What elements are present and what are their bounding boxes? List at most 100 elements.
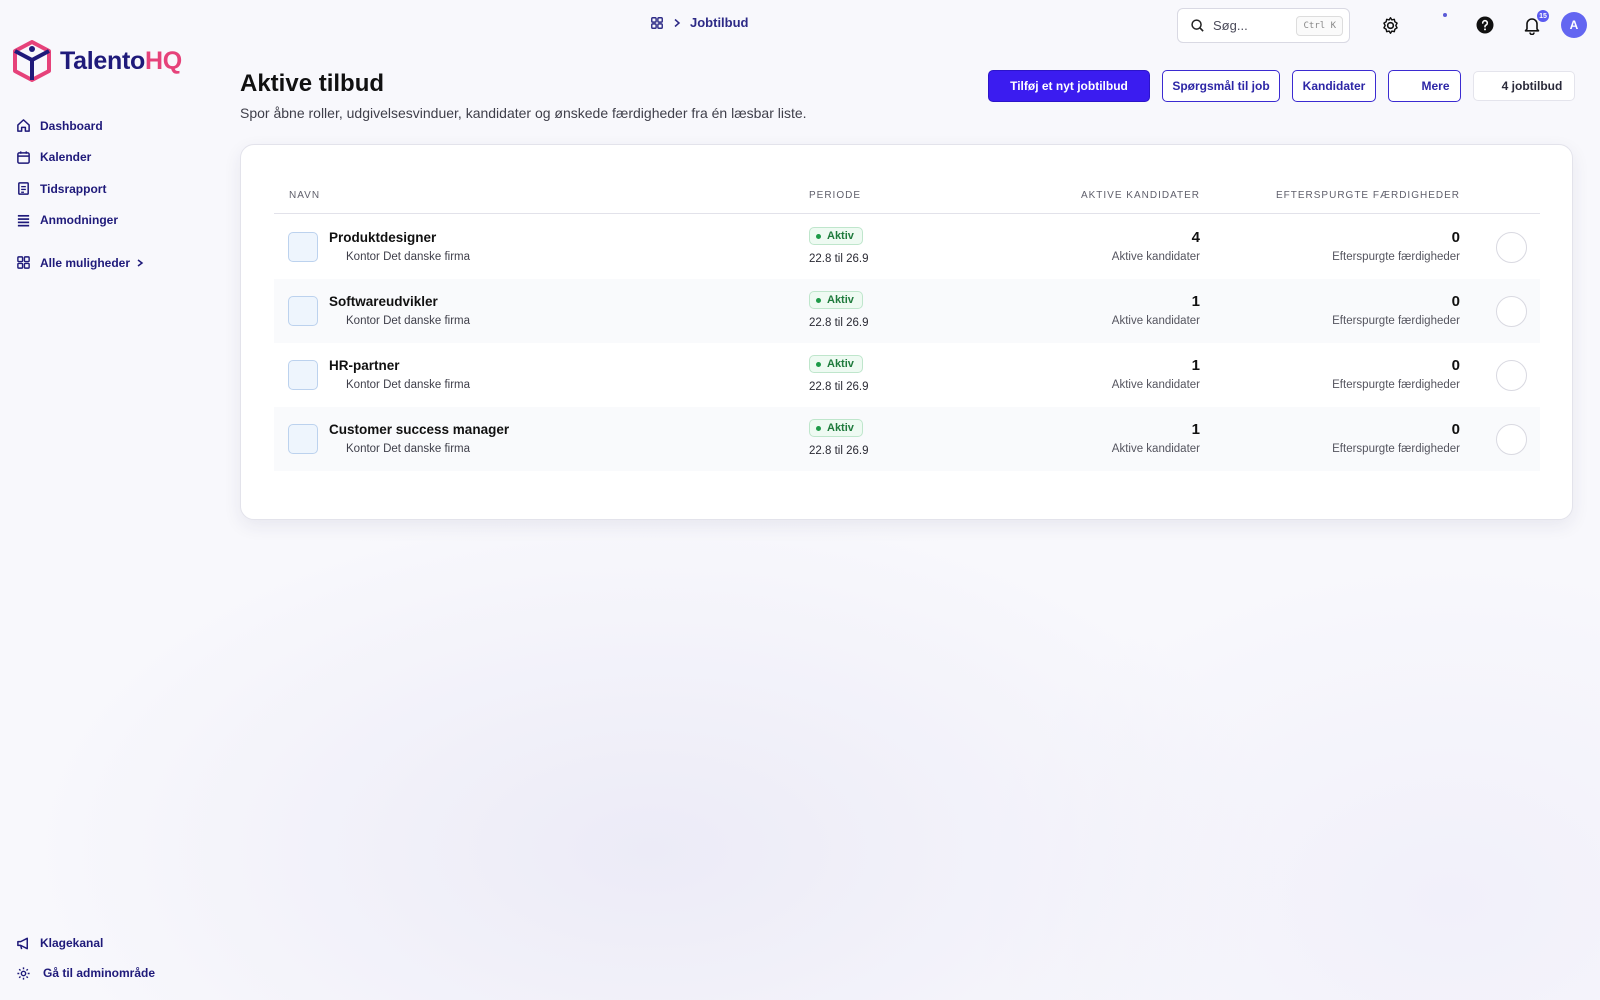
skills-count-label: Efterspurgte færdigheder <box>1332 443 1460 455</box>
column-header-skills: EFTERSPURGTE FÆRDIGHEDER <box>1275 190 1460 201</box>
candidates-button[interactable]: Kandidater <box>1292 70 1376 102</box>
header-actions: Tilføj et nyt jobtilbud Spørgsmål til jo… <box>988 70 1575 102</box>
candidate-count-label: Aktive kandidater <box>1111 251 1200 263</box>
skills-count: 0 <box>1451 229 1460 246</box>
row-action-button[interactable] <box>1496 424 1527 455</box>
sidebar-item-klagekanal[interactable]: Klagekanal <box>16 928 155 958</box>
chevron-right-icon <box>135 258 145 268</box>
grid-icon <box>16 255 31 270</box>
sidebar-nav: Dashboard Kalender Tidsrapport Anmodning… <box>16 110 145 279</box>
job-period: 22.8 til 26.9 <box>809 445 869 457</box>
sidebar: TalentoHQ Dashboard Kalender Tidsrapport… <box>0 0 220 1000</box>
row-action-button[interactable] <box>1496 360 1527 391</box>
chevron-right-icon <box>672 18 682 28</box>
search-input[interactable]: Søg... Ctrl K <box>1177 8 1350 43</box>
job-count-badge: 4 jobtilbud <box>1473 71 1575 101</box>
gear-icon <box>16 966 31 981</box>
cube-logo-icon <box>12 40 52 82</box>
job-thumbnail <box>288 360 318 390</box>
job-company: Kontor Det danske firma <box>346 443 471 455</box>
search-shortcut: Ctrl K <box>1296 15 1343 36</box>
status-label: Aktiv <box>827 230 854 242</box>
candidate-count-label: Aktive kandidater <box>1111 379 1200 391</box>
job-thumbnail <box>288 232 318 262</box>
job-period: 22.8 til 26.9 <box>809 253 869 265</box>
sidebar-item-label: Klagekanal <box>40 936 104 950</box>
sidebar-item-kalender[interactable]: Kalender <box>16 142 145 174</box>
job-name[interactable]: HR-partner <box>329 358 400 373</box>
candidate-count-label: Aktive kandidater <box>1111 443 1200 455</box>
job-questions-button[interactable]: Spørgsmål til job <box>1162 70 1280 102</box>
avatar[interactable]: A <box>1561 12 1587 38</box>
more-button[interactable]: Mere <box>1388 70 1461 102</box>
skills-count: 0 <box>1451 357 1460 374</box>
row-action-button[interactable] <box>1496 296 1527 327</box>
calendar-icon <box>16 150 31 165</box>
home-icon <box>16 118 31 133</box>
sidebar-item-admin[interactable]: Gå til adminområde <box>16 958 155 988</box>
table-row[interactable]: Produktdesigner Kontor Det danske firma … <box>274 215 1540 279</box>
sidebar-item-label: Tidsrapport <box>40 181 107 196</box>
status-label: Aktiv <box>827 294 854 306</box>
job-offers-card: NAVN PERIODE AKTIVE KANDIDATER EFTERSPUR… <box>240 144 1573 520</box>
settings-icon[interactable] <box>1378 13 1402 37</box>
job-name[interactable]: Produktdesigner <box>329 230 436 245</box>
job-company: Kontor Det danske firma <box>346 251 471 263</box>
sidebar-item-all[interactable]: Alle muligheder <box>16 247 145 279</box>
megaphone-icon <box>16 936 31 951</box>
help-icon[interactable] <box>1473 13 1497 37</box>
status-badge: Aktiv <box>809 355 863 373</box>
list-icon <box>16 213 31 228</box>
table-header: NAVN PERIODE AKTIVE KANDIDATER EFTERSPUR… <box>274 190 1540 214</box>
skills-count-label: Efterspurgte færdigheder <box>1332 315 1460 327</box>
logo[interactable]: TalentoHQ <box>12 40 182 82</box>
table-row[interactable]: Customer success manager Kontor Det dans… <box>274 407 1540 471</box>
breadcrumb-current[interactable]: Jobtilbud <box>690 15 749 30</box>
candidate-count: 1 <box>1191 421 1200 438</box>
column-header-name: NAVN <box>289 190 321 201</box>
skills-count-label: Efterspurgte færdigheder <box>1332 379 1460 391</box>
notification-badge: 15 <box>1537 10 1549 22</box>
sidebar-bottom: Klagekanal Gå til adminområde <box>16 928 155 988</box>
job-thumbnail <box>288 424 318 454</box>
candidate-count: 1 <box>1191 357 1200 374</box>
search-icon <box>1190 18 1205 33</box>
status-dot <box>816 425 821 431</box>
column-header-candidates: AKTIVE KANDIDATER <box>1080 190 1200 201</box>
status-label: Aktiv <box>827 358 854 370</box>
timesheet-icon <box>16 181 31 196</box>
job-name[interactable]: Customer success manager <box>329 422 509 437</box>
sidebar-item-label: Gå til adminområde <box>43 966 156 980</box>
sidebar-item-tidsrapport[interactable]: Tidsrapport <box>16 173 145 205</box>
status-badge: Aktiv <box>809 227 863 245</box>
job-period: 22.8 til 26.9 <box>809 381 869 393</box>
candidate-count: 4 <box>1191 229 1200 246</box>
grid-icon[interactable] <box>650 16 664 30</box>
status-badge: Aktiv <box>809 419 863 437</box>
column-header-period: PERIODE <box>809 190 862 201</box>
status-dot <box>816 361 821 367</box>
status-badge: Aktiv <box>809 291 863 309</box>
sidebar-item-label: Dashboard <box>40 118 103 133</box>
sidebar-item-dashboard[interactable]: Dashboard <box>16 110 145 142</box>
candidate-count-label: Aktive kandidater <box>1111 315 1200 327</box>
job-period: 22.8 til 26.9 <box>809 317 869 329</box>
breadcrumb: Jobtilbud <box>650 15 749 30</box>
skills-count-label: Efterspurgte færdigheder <box>1332 251 1460 263</box>
job-company: Kontor Det danske firma <box>346 379 471 391</box>
add-job-offer-button[interactable]: Tilføj et nyt jobtilbud <box>988 70 1150 102</box>
sidebar-item-label: Anmodninger <box>40 213 118 228</box>
skills-count: 0 <box>1451 421 1460 438</box>
status-dot <box>816 233 821 239</box>
page-subtitle: Spor åbne roller, udgivelsesvinduer, kan… <box>240 105 807 121</box>
table-row[interactable]: HR-partner Kontor Det danske firma Aktiv… <box>274 343 1540 407</box>
skills-count: 0 <box>1451 293 1460 310</box>
status-dot <box>1443 13 1447 17</box>
search-placeholder: Søg... <box>1213 18 1248 33</box>
sidebar-item-label: Alle muligheder <box>40 255 131 270</box>
row-action-button[interactable] <box>1496 232 1527 263</box>
sidebar-item-anmodninger[interactable]: Anmodninger <box>16 205 145 237</box>
candidate-count: 1 <box>1191 293 1200 310</box>
job-name[interactable]: Softwareudvikler <box>329 294 438 309</box>
table-row[interactable]: Softwareudvikler Kontor Det danske firma… <box>274 279 1540 343</box>
